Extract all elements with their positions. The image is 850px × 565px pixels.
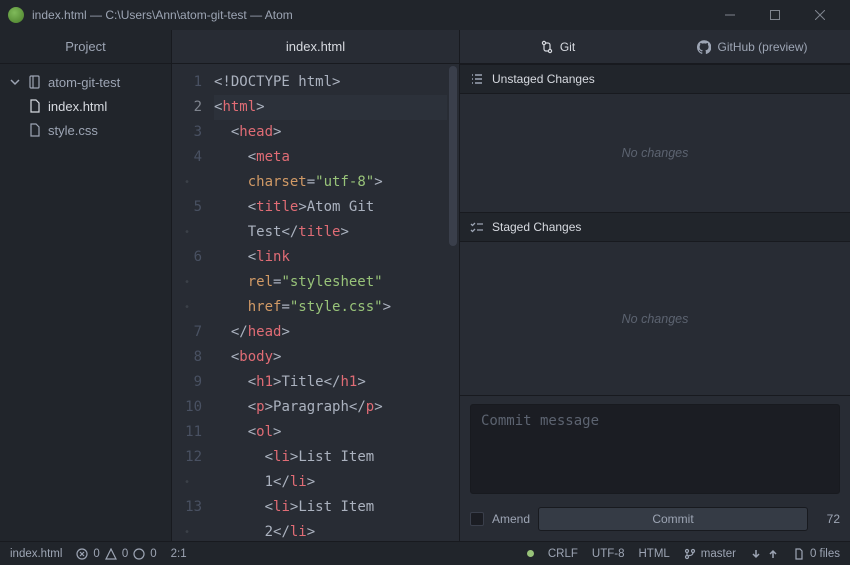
- status-grammar[interactable]: HTML: [638, 548, 669, 560]
- arrow-down-icon: [750, 548, 762, 560]
- project-sidebar: Project atom-git-test index.html style.c…: [0, 30, 172, 541]
- github-icon: [697, 40, 711, 54]
- status-changed-files[interactable]: 0 files: [793, 548, 840, 560]
- title-bar: index.html — C:\Users\Ann\atom-git-test …: [0, 0, 850, 30]
- dot-green-icon: [527, 550, 534, 557]
- git-compare-icon: [540, 40, 554, 54]
- editor-tab[interactable]: index.html: [172, 30, 459, 64]
- commit-area: Amend Commit 72: [460, 395, 850, 541]
- unstaged-header[interactable]: Unstaged Changes: [460, 64, 850, 94]
- window-controls: [707, 0, 842, 30]
- error-icon: [76, 548, 88, 560]
- tree-root-label: atom-git-test: [48, 75, 120, 90]
- repo-icon: [28, 75, 42, 89]
- line-gutter[interactable]: 1 2 3 4 5 6 7 8 9 10 11 12 13: [172, 64, 214, 541]
- status-clean-indicator: [527, 550, 534, 557]
- warning-icon: [105, 548, 117, 560]
- status-bar: index.html 0 0 0 2:1 CRLF UTF-8 HTML mas…: [0, 541, 850, 565]
- tab-git-label: Git: [560, 40, 575, 54]
- window-title: index.html — C:\Users\Ann\atom-git-test …: [32, 8, 707, 22]
- staged-empty: No changes: [622, 312, 689, 326]
- atom-app-icon: [8, 7, 24, 23]
- info-icon: [133, 548, 145, 560]
- editor-pane: index.html 1 2 3 4 5 6 7 8 9 10 11 12: [172, 30, 460, 541]
- amend-checkbox[interactable]: [470, 512, 484, 526]
- unstaged-empty: No changes: [622, 146, 689, 160]
- file-icon: [793, 548, 805, 560]
- tab-git[interactable]: Git: [460, 30, 655, 63]
- arrow-up-icon: [767, 548, 779, 560]
- file-icon: [28, 99, 42, 113]
- commit-button[interactable]: Commit: [538, 507, 808, 531]
- status-encoding[interactable]: UTF-8: [592, 548, 625, 560]
- status-eol[interactable]: CRLF: [548, 548, 578, 560]
- amend-label: Amend: [492, 512, 530, 526]
- sidebar-header: Project: [0, 30, 171, 64]
- status-fetch[interactable]: [750, 548, 779, 560]
- commit-remaining: 72: [816, 512, 840, 526]
- status-cursor[interactable]: 2:1: [171, 548, 187, 560]
- close-button[interactable]: [797, 0, 842, 30]
- file-tree: atom-git-test index.html style.css: [0, 64, 171, 142]
- status-file[interactable]: index.html: [10, 548, 62, 560]
- staged-title: Staged Changes: [492, 220, 581, 234]
- tree-root[interactable]: atom-git-test: [0, 70, 171, 94]
- file-icon: [28, 123, 42, 137]
- commit-button-label: Commit: [652, 512, 693, 526]
- tree-file[interactable]: style.css: [0, 118, 171, 142]
- git-panel: Git GitHub (preview) Unstaged Changes No…: [460, 30, 850, 541]
- editor-tab-label: index.html: [286, 39, 345, 54]
- chevron-down-icon: [8, 75, 22, 89]
- git-branch-icon: [684, 548, 696, 560]
- staged-header[interactable]: Staged Changes: [460, 212, 850, 242]
- tab-github-label: GitHub (preview): [717, 40, 807, 54]
- checklist-icon: [470, 220, 484, 234]
- maximize-button[interactable]: [752, 0, 797, 30]
- status-branch[interactable]: master: [684, 548, 736, 560]
- tree-file[interactable]: index.html: [0, 94, 171, 118]
- tree-file-label: index.html: [48, 99, 107, 114]
- list-icon: [470, 72, 484, 86]
- staged-body: No changes: [460, 242, 850, 395]
- tree-file-label: style.css: [48, 123, 98, 138]
- minimize-button[interactable]: [707, 0, 752, 30]
- code-area[interactable]: <!DOCTYPE html> <html> <head> <meta char…: [214, 64, 459, 541]
- status-diagnostics[interactable]: 0 0 0: [76, 548, 156, 560]
- unstaged-body: No changes: [460, 94, 850, 212]
- commit-message-input[interactable]: [470, 404, 840, 494]
- tab-github[interactable]: GitHub (preview): [655, 30, 850, 63]
- unstaged-title: Unstaged Changes: [492, 72, 595, 86]
